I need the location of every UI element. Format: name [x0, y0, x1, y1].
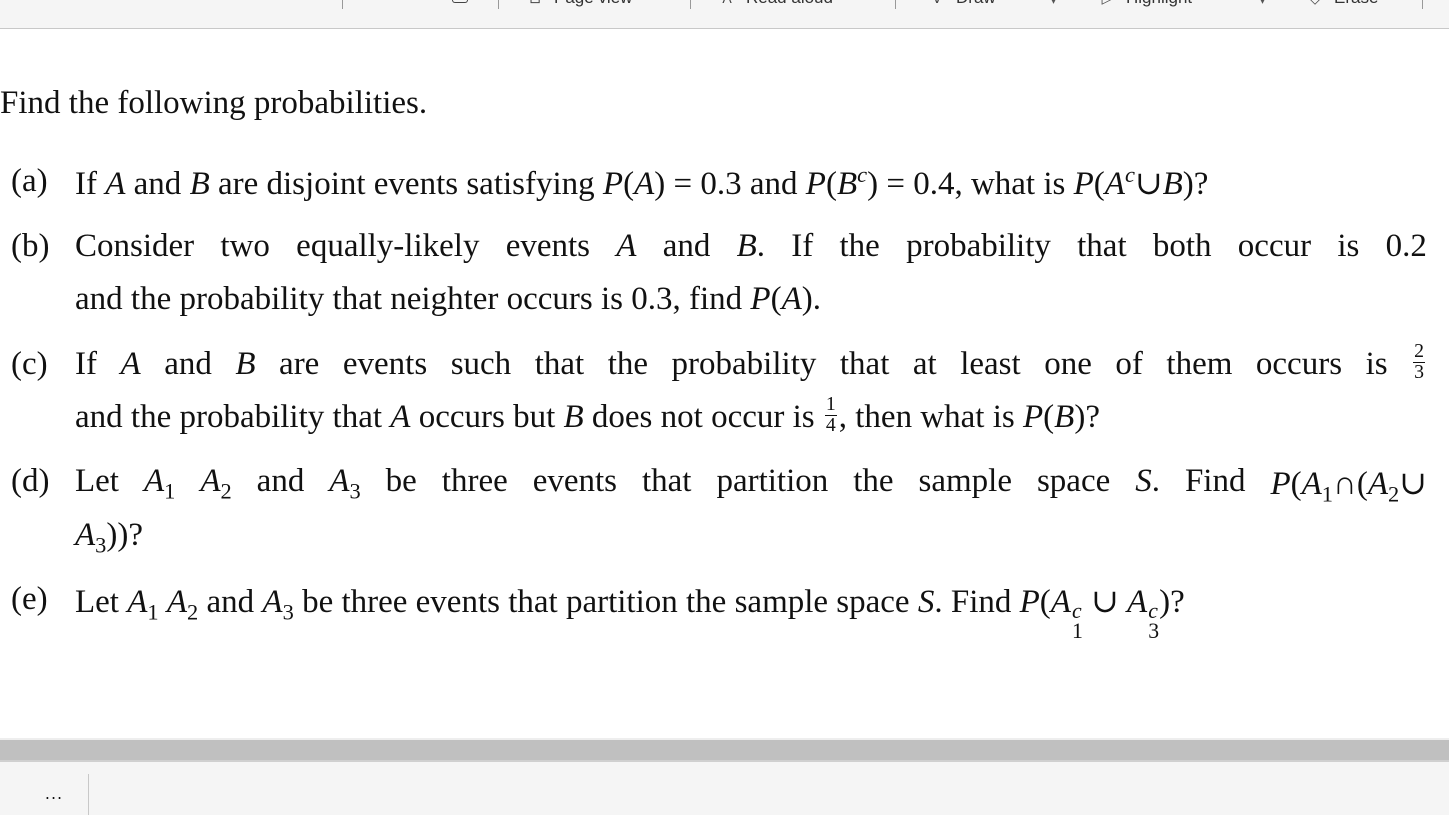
toolbar-divider — [895, 0, 896, 9]
highlight-label: Highlight — [1126, 0, 1192, 8]
question-label: (b) — [11, 228, 50, 264]
pdf-page: Find the following probabilities. (a) If… — [0, 29, 1449, 737]
read-aloud-label: Read aloud — [746, 0, 833, 8]
eraser-icon: ◇ — [1308, 0, 1322, 5]
draw-button[interactable]: ∀ Draw — [930, 0, 996, 8]
pdf-toolbar: ↙ ⊡ Page view A Read aloud ∀ Draw ▾ ▷ Hi… — [0, 0, 1449, 29]
fit-page-button[interactable] — [452, 0, 468, 3]
question-line: and the probability that A occurs but B … — [75, 393, 1100, 436]
toolbar-divider — [498, 0, 499, 9]
question-line: If A and B are disjoint events satisfyin… — [75, 162, 1209, 202]
highlight-button[interactable]: ▷ Highlight — [1100, 0, 1193, 8]
page-view-icon: ⊡ — [528, 0, 542, 5]
toolbar-divider — [690, 0, 691, 9]
fraction-two-thirds: 2 3 — [1413, 340, 1425, 383]
rotate-icon: ↙ — [400, 0, 414, 2]
read-aloud-button[interactable]: A Read aloud — [720, 0, 833, 8]
question-line: Let A1 A2 and A3 be three events that pa… — [75, 584, 1185, 643]
more-options-button[interactable]: ... — [38, 784, 70, 804]
bottom-bar: ... — [0, 762, 1449, 815]
intro-text: Find the following probabilities. — [0, 85, 428, 121]
draw-label: Draw — [956, 0, 996, 8]
question-label: (c) — [11, 346, 48, 382]
horizontal-scrollbar[interactable] — [0, 738, 1449, 762]
question-line: A3))? — [75, 517, 144, 558]
highlighter-icon: ▷ — [1100, 0, 1114, 5]
fraction-one-quarter: 1 4 — [824, 393, 837, 436]
read-aloud-icon: A — [720, 0, 734, 5]
toolbar-divider — [1422, 0, 1423, 9]
question-line: If A and B are events such that the prob… — [75, 340, 1425, 383]
question-label: (e) — [11, 581, 48, 617]
erase-label: Erase — [1334, 0, 1378, 8]
fit-page-icon — [452, 0, 468, 3]
question-label: (a) — [11, 163, 48, 199]
question-line: Consider two equally-likely events A and… — [75, 228, 1427, 264]
draw-pen-icon: ∀ — [930, 0, 944, 5]
draw-options-chevron-icon[interactable]: ▾ — [1051, 0, 1056, 7]
page-view-button[interactable]: ⊡ Page view — [528, 0, 632, 8]
question-line: and the probability that neighter occurs… — [75, 281, 822, 317]
toolbar-divider — [342, 0, 343, 9]
highlight-options-chevron-icon[interactable]: ▾ — [1260, 0, 1265, 7]
question-label: (d) — [11, 463, 50, 499]
erase-button[interactable]: ◇ Erase — [1308, 0, 1379, 8]
bottom-bar-divider — [88, 774, 89, 815]
rotate-button[interactable]: ↙ — [400, 0, 414, 2]
question-line: Let A1 A2 and A3 be three events that pa… — [75, 463, 1427, 507]
page-view-label: Page view — [554, 0, 632, 8]
